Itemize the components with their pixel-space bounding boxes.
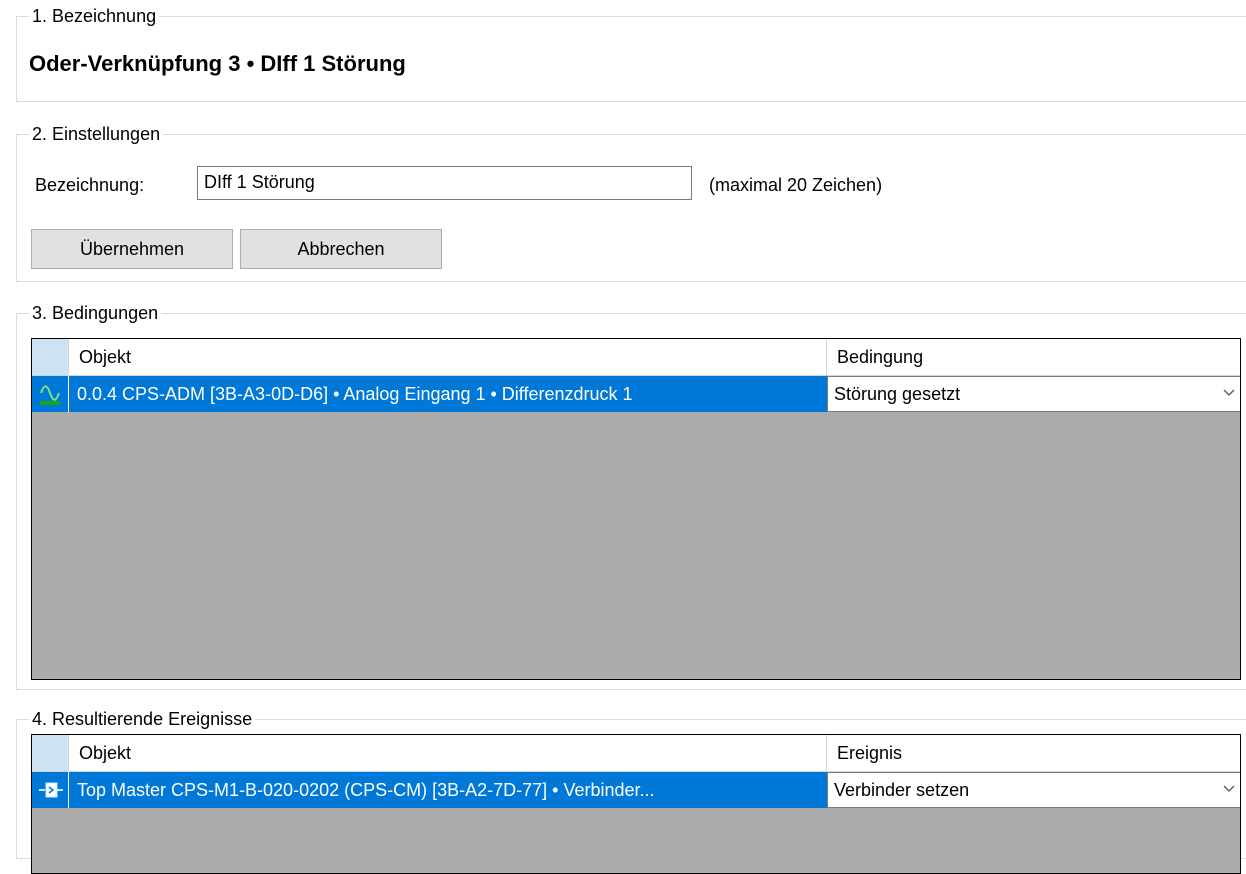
conditions-grid[interactable]: Objekt Bedingung 0.0.4 CPS-ADM [3B-A3-0D…: [31, 338, 1241, 680]
chevron-down-icon[interactable]: [1217, 773, 1240, 807]
group-ereignisse: 4. Resultierende Ereignisse Objekt Ereig…: [16, 708, 1246, 874]
group-bezeichnung: 1. Bezeichnung Oder-Verknüpfung 3 • DIff…: [16, 5, 1246, 102]
group-legend-einstellungen: 2. Einstellungen: [29, 123, 164, 145]
row-header[interactable]: [32, 772, 69, 808]
apply-button[interactable]: Übernehmen: [31, 229, 233, 269]
select-all-cell[interactable]: [32, 735, 69, 771]
cancel-button[interactable]: Abbrechen: [240, 229, 442, 269]
select-all-cell[interactable]: [32, 339, 69, 375]
column-header-objekt[interactable]: Objekt: [69, 735, 827, 771]
row-header[interactable]: [32, 376, 69, 412]
table-row[interactable]: Top Master CPS-M1-B-020-0202 (CPS-CM) [3…: [32, 772, 1240, 808]
table-row[interactable]: 0.0.4 CPS-ADM [3B-A3-0D-D6] • Analog Ein…: [32, 376, 1240, 412]
condition-select[interactable]: Störung gesetzt: [827, 376, 1240, 412]
connector-icon: [39, 782, 63, 798]
event-select-value: Verbinder setzen: [834, 780, 970, 800]
events-grid[interactable]: Objekt Ereignis Top Master CPS-M1-B-020-…: [31, 734, 1241, 874]
page-title: Oder-Verknüpfung 3 • DIff 1 Störung: [29, 51, 406, 76]
column-header-bedingung[interactable]: Bedingung: [827, 339, 1240, 375]
events-grid-header: Objekt Ereignis: [32, 735, 1240, 772]
name-label: Bezeichnung:: [35, 175, 145, 195]
column-header-ereignis[interactable]: Ereignis: [827, 735, 1240, 771]
conditions-grid-header: Objekt Bedingung: [32, 339, 1240, 376]
group-einstellungen: 2. Einstellungen Bezeichnung: DIff 1 Stö…: [16, 123, 1246, 282]
cell-object[interactable]: Top Master CPS-M1-B-020-0202 (CPS-CM) [3…: [69, 772, 827, 808]
max-length-hint: (maximal 20 Zeichen): [709, 175, 883, 195]
name-input[interactable]: DIff 1 Störung: [197, 166, 692, 200]
column-header-objekt[interactable]: Objekt: [69, 339, 827, 375]
cell-object[interactable]: 0.0.4 CPS-ADM [3B-A3-0D-D6] • Analog Ein…: [69, 376, 827, 412]
group-legend-bezeichnung: 1. Bezeichnung: [29, 5, 160, 27]
group-legend-bedingungen: 3. Bedingungen: [29, 302, 162, 324]
group-legend-ereignisse: 4. Resultierende Ereignisse: [29, 708, 256, 730]
group-bedingungen: 3. Bedingungen Objekt Bedingung 0.0.4 CP…: [16, 302, 1246, 690]
analog-signal-icon: [40, 385, 60, 405]
event-select[interactable]: Verbinder setzen: [827, 772, 1240, 808]
condition-select-value: Störung gesetzt: [834, 384, 961, 404]
chevron-down-icon[interactable]: [1217, 377, 1240, 411]
